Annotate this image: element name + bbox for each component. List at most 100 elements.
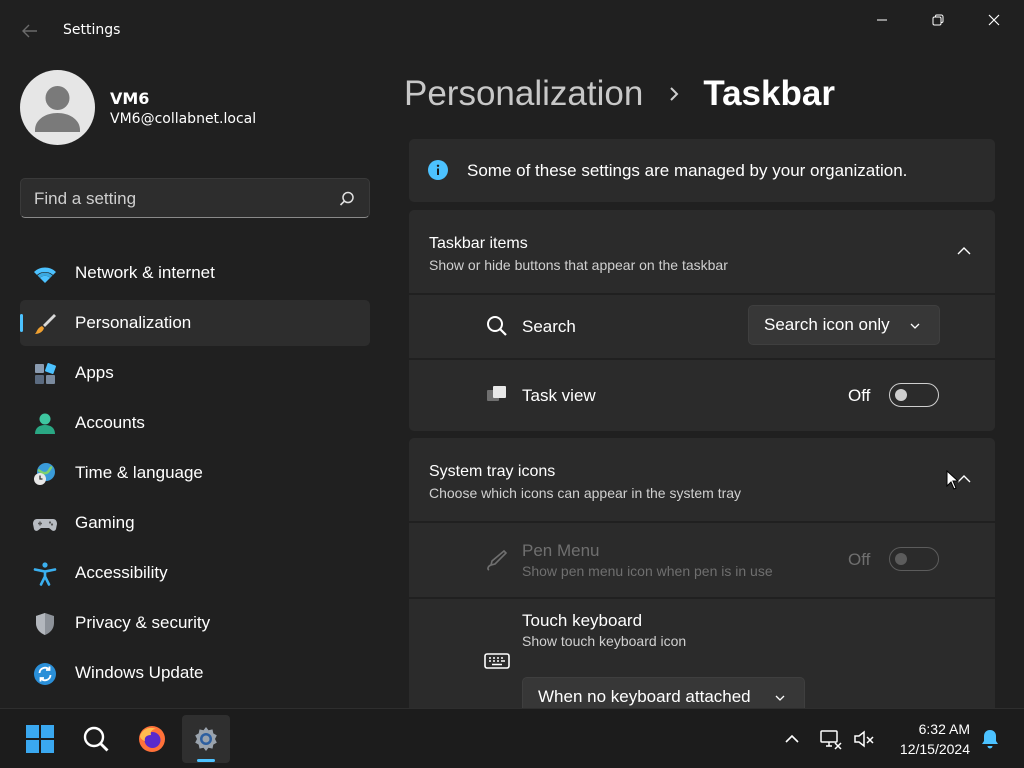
sidebar-item-apps[interactable]: Apps [20, 350, 370, 396]
sidebar-item-network[interactable]: Network & internet [20, 250, 370, 296]
update-icon [34, 663, 56, 685]
sidebar-item-privacy-security[interactable]: Privacy & security [20, 600, 370, 646]
dropdown-value: When no keyboard attached [538, 687, 751, 706]
task-view-icon [487, 386, 506, 401]
task-view-toggle[interactable] [889, 383, 939, 407]
taskbar-search-button[interactable] [72, 715, 120, 763]
search-icon[interactable] [338, 190, 356, 208]
chevron-down-icon [910, 323, 920, 329]
search-row: Search Search icon only [409, 295, 995, 358]
shield-icon [36, 613, 54, 635]
search-input[interactable] [34, 188, 324, 210]
chevron-right-icon [670, 87, 679, 101]
clock-date: 12/15/2024 [899, 741, 970, 757]
settings-app-button[interactable] [182, 715, 230, 763]
pen-menu-state: Off [848, 550, 871, 569]
sidebar-item-time-language[interactable]: Time & language [20, 450, 370, 496]
back-arrow-icon [22, 24, 37, 38]
section-subtitle: Choose which icons can appear in the sys… [429, 485, 742, 501]
sidebar-item-label: Network & internet [75, 263, 215, 282]
sidebar-item-personalization[interactable]: Personalization [20, 300, 370, 346]
back-button[interactable] [14, 17, 46, 45]
toggle-knob [895, 389, 907, 401]
user-email: VM6@collabnet.local [110, 111, 257, 127]
close-button[interactable] [966, 0, 1022, 40]
task-view-state: Off [848, 386, 871, 405]
page-title: Taskbar [703, 74, 835, 113]
firefox-icon [139, 726, 165, 752]
active-app-indicator [197, 759, 215, 762]
search-box[interactable] [20, 178, 370, 218]
volume-tray-button[interactable] [850, 725, 878, 753]
search-icon [83, 726, 109, 752]
restore-icon [932, 14, 944, 26]
avatar[interactable] [20, 70, 95, 145]
settings-content: Some of these settings are managed by yo… [409, 139, 995, 709]
accessibility-icon [33, 562, 57, 586]
section-title: Taskbar items [429, 235, 528, 252]
breadcrumb: Personalization Taskbar [404, 72, 835, 116]
info-icon [428, 160, 448, 180]
sidebar-item-accessibility[interactable]: Accessibility [20, 550, 370, 596]
pen-menu-row: Pen Menu Show pen menu icon when pen is … [409, 523, 995, 597]
task-view-label: Task view [522, 386, 596, 405]
firefox-button[interactable] [128, 715, 176, 763]
clock[interactable]: 6:32 AM 12/15/2024 [880, 719, 970, 759]
section-subtitle: Show or hide buttons that appear on the … [429, 257, 728, 273]
task-view-row: Task view Off [409, 360, 995, 431]
user-silhouette-icon [35, 86, 80, 132]
pen-menu-description: Show pen menu icon when pen is in use [522, 563, 773, 579]
toggle-knob [895, 553, 907, 565]
dropdown-value: Search icon only [764, 315, 890, 334]
pen-icon [487, 549, 508, 571]
sidebar-item-windows-update[interactable]: Windows Update [20, 650, 370, 696]
wifi-icon [34, 267, 56, 283]
taskbar: 6:32 AM 12/15/2024 [0, 708, 1024, 768]
keyboard-icon [484, 653, 510, 669]
show-hidden-icons-button[interactable] [778, 725, 806, 753]
search-row-label: Search [522, 317, 576, 336]
close-icon [988, 14, 1000, 26]
gear-icon [195, 727, 217, 751]
minimize-icon [877, 19, 887, 21]
system-tray-header[interactable]: System tray icons Choose which icons can… [409, 438, 995, 521]
bell-icon [982, 730, 998, 749]
breadcrumb-parent[interactable]: Personalization [404, 74, 643, 114]
active-indicator [20, 314, 23, 332]
sidebar-item-accounts[interactable]: Accounts [20, 400, 370, 446]
person-icon [35, 413, 55, 434]
sidebar-item-label: Windows Update [75, 663, 204, 682]
info-banner-text: Some of these settings are managed by yo… [467, 161, 908, 180]
pen-menu-toggle[interactable] [889, 547, 939, 571]
search-icon [487, 316, 507, 336]
sidebar-item-gaming[interactable]: Gaming [20, 500, 370, 546]
sidebar-item-label: Time & language [75, 463, 203, 482]
network-tray-button[interactable] [817, 725, 845, 753]
volume-muted-icon [854, 730, 874, 748]
sidebar-nav: Network & internet Personalization Apps … [20, 250, 370, 700]
touch-keyboard-row: Touch keyboard Show touch keyboard icon … [409, 599, 995, 709]
globe-clock-icon [34, 463, 55, 485]
title-bar: Settings [0, 0, 1024, 58]
sidebar-item-label: Gaming [75, 513, 135, 532]
sidebar-item-label: Accessibility [75, 563, 168, 582]
sidebar-item-label: Personalization [75, 313, 192, 332]
mouse-cursor-icon [946, 470, 960, 490]
chevron-up-icon[interactable] [956, 243, 972, 259]
start-button[interactable] [16, 715, 64, 763]
sidebar-item-label: Privacy & security [75, 613, 211, 632]
network-disconnected-icon [820, 730, 842, 750]
touch-keyboard-label: Touch keyboard [522, 611, 643, 630]
sidebar-item-label: Apps [75, 363, 114, 382]
clock-time: 6:32 AM [918, 721, 970, 737]
touch-keyboard-description: Show touch keyboard icon [522, 633, 687, 649]
minimize-button[interactable] [854, 0, 910, 40]
sidebar-item-label: Accounts [75, 413, 145, 432]
section-title: System tray icons [429, 463, 556, 480]
touch-keyboard-dropdown[interactable]: When no keyboard attached [522, 677, 805, 709]
brush-icon [35, 314, 56, 334]
restore-button[interactable] [910, 0, 966, 40]
notifications-button[interactable] [976, 725, 1004, 753]
search-mode-dropdown[interactable]: Search icon only [748, 305, 940, 345]
taskbar-items-header[interactable]: Taskbar items Show or hide buttons that … [409, 210, 995, 293]
